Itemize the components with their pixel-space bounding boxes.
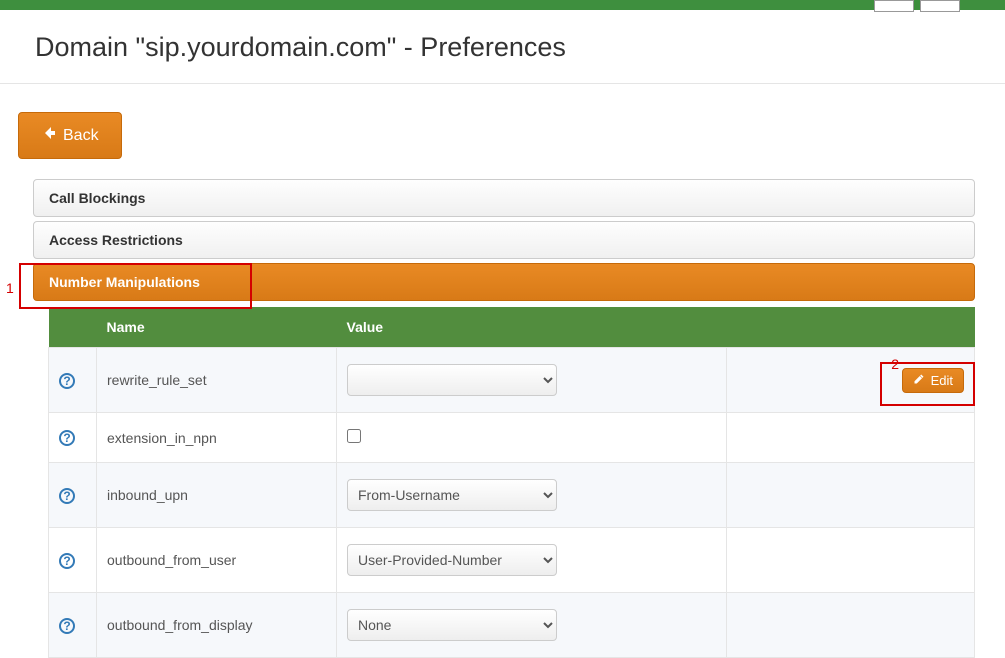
preferences-table: Name Value ? rewrite_rule_set 2 bbox=[48, 307, 975, 658]
accordion-access-restrictions[interactable]: Access Restrictions bbox=[33, 221, 975, 259]
back-button-label: Back bbox=[63, 127, 99, 145]
table-row: ? outbound_from_user User-Provided-Numbe… bbox=[49, 528, 975, 593]
page-title: Domain "sip.yourdomain.com" - Preference… bbox=[35, 32, 970, 63]
arrow-left-icon bbox=[41, 125, 57, 146]
help-icon[interactable]: ? bbox=[59, 430, 75, 446]
accordion: Call Blockings Access Restrictions Numbe… bbox=[33, 179, 975, 301]
column-actions bbox=[727, 307, 975, 348]
top-box[interactable] bbox=[874, 0, 914, 12]
pref-name: inbound_upn bbox=[97, 463, 337, 528]
back-button[interactable]: Back bbox=[18, 112, 122, 159]
table-row: ? inbound_upn From-Username bbox=[49, 463, 975, 528]
table-row: ? outbound_from_display None bbox=[49, 593, 975, 658]
edit-icon bbox=[913, 373, 925, 388]
outbound-from-user-select[interactable]: User-Provided-Number bbox=[347, 544, 557, 576]
table-row: ? rewrite_rule_set 2 Edit bbox=[49, 348, 975, 413]
column-value: Value bbox=[337, 307, 727, 348]
edit-button-label: Edit bbox=[931, 373, 953, 388]
extension-in-npn-checkbox[interactable] bbox=[347, 429, 361, 443]
page-header: Domain "sip.yourdomain.com" - Preference… bbox=[0, 10, 1005, 84]
inbound-upn-select[interactable]: From-Username bbox=[347, 479, 557, 511]
pref-name: extension_in_npn bbox=[97, 413, 337, 463]
table-row: ? extension_in_npn bbox=[49, 413, 975, 463]
annotation-marker-1: 1 bbox=[6, 280, 14, 296]
column-name: Name bbox=[97, 307, 337, 348]
preferences-table-wrap: Name Value ? rewrite_rule_set 2 bbox=[48, 307, 975, 658]
top-box[interactable] bbox=[920, 0, 960, 12]
help-icon[interactable]: ? bbox=[59, 373, 75, 389]
pref-name: outbound_from_display bbox=[97, 593, 337, 658]
column-help bbox=[49, 307, 97, 348]
rewrite-rule-set-select[interactable] bbox=[347, 364, 557, 396]
outbound-from-display-select[interactable]: None bbox=[347, 609, 557, 641]
pref-name: rewrite_rule_set bbox=[97, 348, 337, 413]
help-icon[interactable]: ? bbox=[59, 488, 75, 504]
top-account-area bbox=[874, 0, 960, 12]
top-bar bbox=[0, 0, 1005, 10]
accordion-call-blockings[interactable]: Call Blockings bbox=[33, 179, 975, 217]
annotation-marker-2: 2 bbox=[891, 356, 899, 372]
help-icon[interactable]: ? bbox=[59, 553, 75, 569]
pref-name: outbound_from_user bbox=[97, 528, 337, 593]
accordion-number-manipulations[interactable]: Number Manipulations bbox=[33, 263, 975, 301]
content: Back Call Blockings Access Restrictions … bbox=[0, 84, 1005, 658]
edit-button[interactable]: Edit bbox=[902, 368, 964, 393]
help-icon[interactable]: ? bbox=[59, 618, 75, 634]
